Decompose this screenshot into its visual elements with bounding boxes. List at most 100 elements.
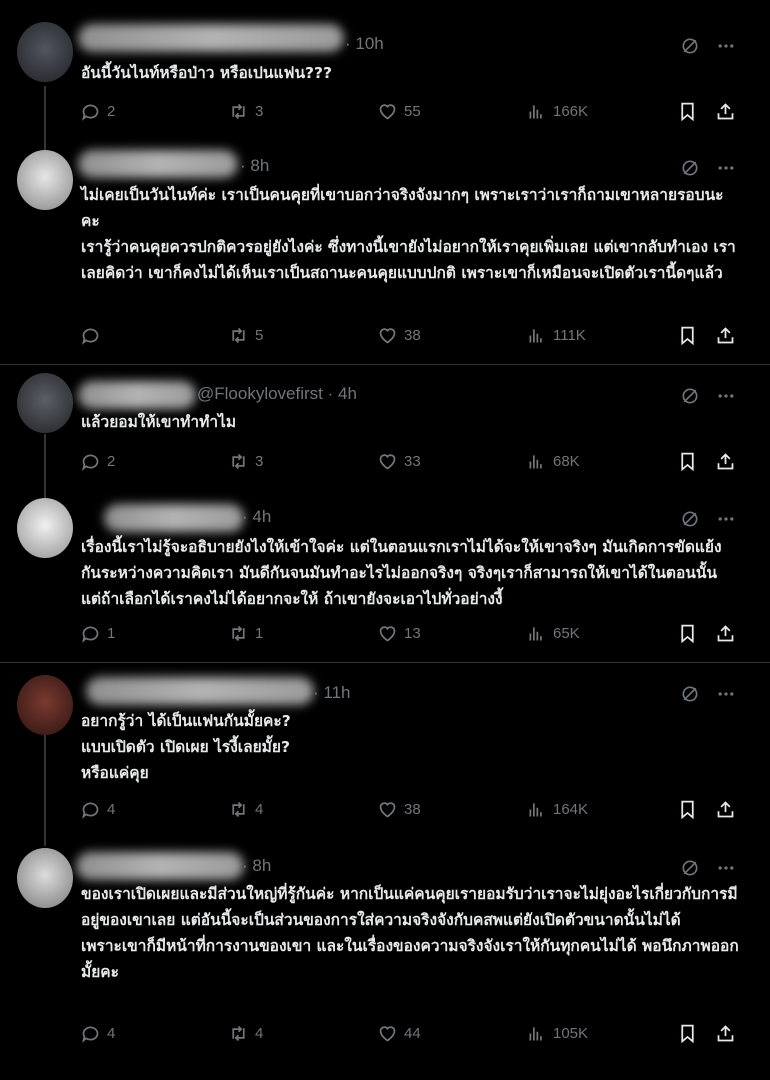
retweet-button[interactable]: 1 (228, 623, 263, 644)
bookmark-icon (681, 452, 694, 472)
views-icon (529, 105, 542, 119)
retweet-button[interactable]: 5 (228, 325, 263, 346)
share-button[interactable] (715, 799, 736, 820)
avatar[interactable] (17, 373, 73, 433)
bookmark-button[interactable] (677, 325, 698, 346)
view-count: 111K (553, 327, 586, 344)
reply-count: 2 (107, 103, 116, 120)
retweet-icon (232, 453, 245, 470)
heart-icon (379, 104, 396, 120)
avatar[interactable] (17, 848, 73, 908)
retweet-icon (232, 1025, 245, 1042)
reply-button[interactable]: 1 (80, 623, 115, 644)
grok-icon[interactable] (680, 858, 700, 878)
post[interactable]: · 4h เรื่องนี้เราไม่รู้จะอธิบายยังไงให้เ… (0, 495, 770, 662)
retweet-count: 1 (255, 625, 264, 642)
bookmark-button[interactable] (677, 799, 698, 820)
avatar[interactable] (17, 22, 73, 82)
more-icon[interactable] (716, 36, 736, 56)
like-button[interactable]: 33 (377, 451, 421, 472)
like-button[interactable]: 55 (377, 101, 421, 122)
bookmark-button[interactable] (677, 1023, 698, 1044)
views-button[interactable]: 164K (526, 799, 588, 820)
reply-button[interactable] (80, 325, 107, 346)
post-actions: 4 4 38 164K (80, 799, 736, 825)
bookmark-button[interactable] (677, 101, 698, 122)
avatar[interactable] (17, 675, 73, 735)
grok-icon[interactable] (680, 36, 700, 56)
retweet-button[interactable]: 4 (228, 799, 263, 820)
grok-icon[interactable] (680, 386, 700, 406)
bookmark-icon (681, 1024, 694, 1044)
author-name-blurred[interactable] (78, 150, 238, 178)
reply-count: 1 (107, 625, 116, 642)
view-count: 166K (553, 103, 589, 120)
post-text: อยากรู้ว่า ได้เป็นแฟนกันมั้ยคะ? แบบเปิดต… (81, 712, 291, 782)
heart-icon (379, 802, 396, 818)
reply-icon (82, 626, 99, 643)
post-actions: 1 1 13 65K (80, 623, 736, 649)
share-button[interactable] (715, 325, 736, 346)
more-icon[interactable] (716, 858, 736, 878)
views-icon (529, 1027, 542, 1041)
retweet-icon (232, 625, 245, 642)
retweet-button[interactable]: 4 (228, 1023, 263, 1044)
post[interactable]: · 11h อยากรู้ว่า ได้เป็นแฟนกันมั้ยคะ? แบ… (0, 663, 770, 843)
reply-button[interactable]: 4 (80, 1023, 115, 1044)
author-name-blurred[interactable] (104, 504, 244, 532)
post-actions: 2 3 55 166K (80, 101, 736, 127)
bookmark-icon (681, 800, 694, 820)
grok-icon[interactable] (680, 684, 700, 704)
view-count: 105K (553, 1025, 589, 1042)
more-icon[interactable] (716, 684, 736, 704)
share-button[interactable] (715, 623, 736, 644)
views-button[interactable]: 65K (526, 623, 580, 644)
reply-icon (82, 104, 99, 121)
author-name-blurred[interactable] (78, 381, 196, 409)
post[interactable]: @Flookylovefirst · 4h แล้วยอมให้เขาทำทำไ… (0, 365, 770, 495)
like-button[interactable]: 38 (377, 325, 421, 346)
share-icon (717, 1025, 734, 1042)
reply-button[interactable]: 2 (80, 101, 115, 122)
post-text: แล้วยอมให้เขาทำทำไม (81, 413, 237, 431)
more-icon[interactable] (716, 509, 736, 529)
more-icon[interactable] (716, 158, 736, 178)
retweet-button[interactable]: 3 (228, 101, 263, 122)
reply-button[interactable]: 2 (80, 451, 115, 472)
like-count: 44 (404, 1025, 421, 1042)
heart-icon (379, 454, 396, 470)
post[interactable]: · 8h ของเราเปิดเผยและมีส่วนใหญ่ที่รู้กัน… (0, 843, 770, 1080)
grok-icon[interactable] (680, 509, 700, 529)
post[interactable]: · 8h ไม่เคยเป็นวันไนท์ค่ะ เราเป็นคนคุยที… (0, 145, 770, 365)
reply-button[interactable]: 4 (80, 799, 115, 820)
views-button[interactable]: 166K (526, 101, 588, 122)
retweet-button[interactable]: 3 (228, 451, 263, 472)
views-icon (529, 627, 542, 641)
avatar[interactable] (17, 498, 73, 558)
avatar[interactable] (17, 150, 73, 210)
share-button[interactable] (715, 101, 736, 122)
grok-icon[interactable] (680, 158, 700, 178)
views-button[interactable]: 105K (526, 1023, 588, 1044)
like-button[interactable]: 44 (377, 1023, 421, 1044)
share-button[interactable] (715, 1023, 736, 1044)
bookmark-button[interactable] (677, 451, 698, 472)
author-name-blurred[interactable] (78, 24, 344, 52)
share-button[interactable] (715, 451, 736, 472)
like-count: 13 (404, 625, 421, 642)
more-icon[interactable] (716, 386, 736, 406)
reply-icon (82, 454, 99, 471)
like-count: 33 (404, 453, 421, 470)
like-button[interactable]: 38 (377, 799, 421, 820)
bookmark-button[interactable] (677, 623, 698, 644)
retweet-icon (232, 103, 245, 120)
views-button[interactable]: 68K (526, 451, 580, 472)
bookmark-icon (681, 326, 694, 346)
author-name-blurred[interactable] (86, 677, 314, 705)
views-button[interactable]: 111K (526, 325, 586, 346)
author-name-blurred[interactable] (76, 852, 244, 880)
reply-count: 2 (107, 453, 116, 470)
post[interactable]: · 10h อันนี้วันไนท์หรือป่าว หรือเปนแฟน??… (0, 0, 770, 145)
heart-icon (379, 626, 396, 642)
like-button[interactable]: 13 (377, 623, 421, 644)
